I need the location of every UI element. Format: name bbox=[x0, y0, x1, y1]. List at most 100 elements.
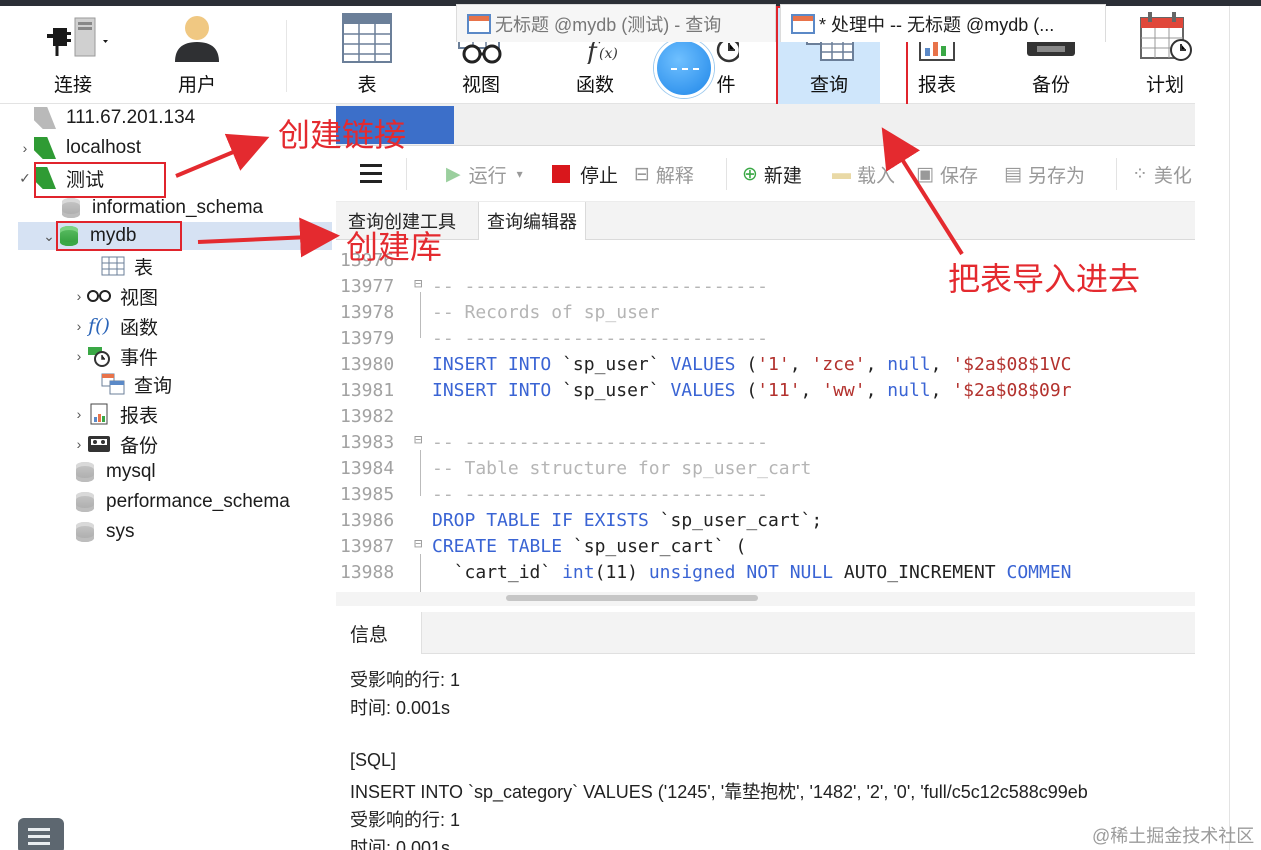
menu-icon[interactable] bbox=[360, 164, 382, 184]
tab-processing-query[interactable]: * 处理中 -- 无标题 @mydb (... bbox=[780, 4, 1106, 42]
toolbar-user-label: 用户 bbox=[177, 75, 216, 96]
chevron-right-icon[interactable]: › bbox=[72, 348, 86, 364]
toolbar-connect-button[interactable]: 连接 bbox=[28, 6, 118, 104]
fold-guide bbox=[420, 554, 421, 592]
line-number: 13987 bbox=[340, 536, 395, 557]
beautify-button[interactable]: ⁘ 美化 bbox=[1132, 160, 1192, 188]
chevron-down-icon[interactable]: ✓ bbox=[18, 170, 32, 187]
stop-button[interactable]: 停止 bbox=[552, 160, 618, 188]
stop-label: 停止 bbox=[580, 165, 619, 187]
new-button[interactable]: ⊕ 新建 bbox=[742, 160, 802, 188]
line-number: 13988 bbox=[340, 562, 395, 583]
run-label: 运行 bbox=[468, 165, 507, 187]
annotation-import-table: 把表导入进去 bbox=[948, 261, 1141, 297]
watermark: @稀土掘金技术社区 bbox=[1092, 826, 1255, 846]
toolbar-user-button[interactable]: 用户 bbox=[152, 6, 242, 104]
tree-item-db-mysql[interactable]: mysql bbox=[72, 458, 156, 486]
tree-item-localhost[interactable]: › localhost bbox=[18, 134, 141, 162]
chevron-right-icon[interactable]: › bbox=[72, 318, 86, 334]
database-icon bbox=[72, 460, 98, 484]
save-button[interactable]: ▣ 保存 bbox=[916, 160, 978, 188]
tree-child-label: 事件 bbox=[120, 347, 159, 369]
info-line: [SQL] bbox=[350, 750, 397, 770]
connection-icon bbox=[32, 136, 58, 160]
line-number: 13982 bbox=[340, 406, 395, 427]
tree-db-label: sys bbox=[106, 521, 135, 542]
line-number: 13981 bbox=[340, 380, 395, 401]
tree-item-db-performance-schema[interactable]: performance_schema bbox=[72, 488, 290, 516]
tree-item-backups[interactable]: › 备份 bbox=[72, 430, 158, 458]
load-button[interactable]: ▬ 载入 bbox=[832, 160, 895, 188]
save-as-label: 另存为 bbox=[1027, 165, 1085, 187]
tab-info[interactable]: 信息 bbox=[336, 612, 422, 654]
database-icon bbox=[72, 490, 98, 514]
plug-icon bbox=[28, 12, 118, 64]
fold-toggle-icon[interactable]: ⊟ bbox=[414, 276, 426, 292]
line-number: 13983 bbox=[340, 432, 395, 453]
tree-item-views[interactable]: › 视图 bbox=[72, 282, 158, 310]
toolbar-separator bbox=[1116, 158, 1117, 190]
toolbar-table-button[interactable]: 表 bbox=[322, 6, 412, 104]
tree-db-label: mysql bbox=[106, 461, 156, 482]
line-number: 13978 bbox=[340, 302, 395, 323]
tree-item-tables[interactable]: 表 bbox=[100, 252, 153, 280]
annotation-create-database: 创建库 bbox=[346, 229, 443, 265]
info-tab-label: 信息 bbox=[350, 624, 389, 646]
tree-child-label: 函数 bbox=[120, 317, 159, 339]
tree-item-server[interactable]: 111.67.201.134 bbox=[18, 104, 195, 132]
tree-item-events[interactable]: › 事件 bbox=[72, 342, 158, 370]
list-menu-button[interactable] bbox=[18, 818, 64, 850]
explain-button[interactable]: ⊟ 解释 bbox=[634, 160, 694, 188]
code-line: DROP TABLE IF EXISTS `sp_user_cart`; bbox=[432, 510, 823, 531]
fold-toggle-icon[interactable]: ⊟ bbox=[414, 536, 426, 552]
chevron-down-icon[interactable]: ⌄ bbox=[42, 228, 56, 245]
chevron-right-icon[interactable]: › bbox=[18, 140, 32, 156]
tab-query-editor[interactable]: 查询编辑器 bbox=[478, 202, 586, 240]
annotation-create-connection: 创建链接 bbox=[278, 117, 407, 153]
tree-child-label: 报表 bbox=[120, 405, 159, 427]
play-icon: ▶ bbox=[446, 163, 461, 185]
query-icon bbox=[791, 13, 815, 34]
view-icon bbox=[86, 284, 112, 308]
mydb-highlight-box bbox=[56, 221, 182, 251]
tree-child-label: 备份 bbox=[120, 435, 159, 457]
query-icon bbox=[467, 13, 491, 34]
toolbar-connect-label: 连接 bbox=[53, 75, 92, 96]
tree-item-db-information-schema[interactable]: information_schema bbox=[58, 194, 263, 222]
report-icon bbox=[86, 402, 112, 426]
info-line: 时间: 0.001s bbox=[350, 698, 451, 718]
fold-guide bbox=[420, 292, 421, 338]
save-icon: ▣ bbox=[916, 163, 934, 185]
toolbar-separator bbox=[726, 158, 727, 190]
code-line: -- Records of sp_user bbox=[432, 302, 660, 323]
event-icon bbox=[86, 344, 112, 368]
connection-tree: 111.67.201.134 › localhost ✓ 测试 informat… bbox=[0, 104, 332, 850]
save-label: 保存 bbox=[939, 165, 978, 187]
tab-untitled-query[interactable]: 无标题 @mydb (测试) - 查询 bbox=[456, 4, 776, 42]
document-tabs bbox=[336, 104, 1195, 146]
right-margin bbox=[1195, 6, 1261, 850]
new-label: 新建 bbox=[763, 165, 802, 187]
fold-toggle-icon[interactable]: ⊟ bbox=[414, 432, 426, 448]
scrollbar-thumb[interactable] bbox=[506, 595, 758, 601]
stop-icon bbox=[552, 165, 570, 183]
tree-item-reports[interactable]: › 报表 bbox=[72, 400, 158, 428]
tree-item-functions[interactable]: › f() 函数 bbox=[72, 312, 158, 340]
toolbar-separator bbox=[286, 20, 287, 92]
chevron-right-icon[interactable]: › bbox=[72, 406, 86, 422]
chevron-down-icon[interactable]: ▾ bbox=[517, 167, 523, 181]
connection-icon bbox=[32, 106, 58, 130]
chevron-right-icon[interactable]: › bbox=[72, 288, 86, 304]
run-button[interactable]: ▶ 运行 ▾ bbox=[446, 160, 523, 188]
line-number: 13984 bbox=[340, 458, 395, 479]
code-line: CREATE TABLE `sp_user_cart` ( bbox=[432, 536, 747, 557]
chevron-right-icon[interactable]: › bbox=[72, 436, 86, 452]
horizontal-scrollbar[interactable] bbox=[336, 592, 1195, 606]
tree-item-queries[interactable]: 查询 bbox=[100, 370, 172, 398]
tree-item-db-sys[interactable]: sys bbox=[72, 518, 135, 546]
test-connection-highlight-box bbox=[34, 162, 166, 198]
code-line: `cart_id` int(11) unsigned NOT NULL AUTO… bbox=[453, 562, 1072, 583]
save-as-button[interactable]: ▤ 另存为 bbox=[1004, 160, 1085, 188]
info-line: 时间: 0.001s bbox=[350, 838, 451, 850]
toolbar-backup-label: 备份 bbox=[1031, 75, 1070, 96]
